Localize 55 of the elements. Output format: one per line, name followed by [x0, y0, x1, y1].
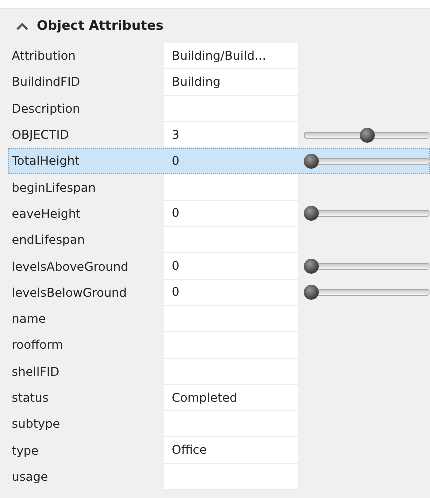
attribute-name: Attribution	[11, 48, 77, 66]
attribute-row[interactable]: Attribution Building/Build...	[8, 43, 430, 70]
attribute-row[interactable]: OBJECTID 3	[8, 122, 430, 148]
attribute-row[interactable]: Description	[8, 96, 430, 122]
attribute-row[interactable]: levelsAboveGround 0	[8, 253, 430, 280]
slider[interactable]	[304, 206, 430, 222]
attribute-row[interactable]: beginLifespan	[8, 174, 430, 201]
attribute-name: shellFID	[11, 364, 61, 381]
attribute-row[interactable]: status Completed	[8, 384, 430, 412]
attribute-name: TotalHeight	[11, 153, 81, 170]
attribute-name: roofform	[11, 337, 64, 354]
attribute-name: type	[11, 442, 40, 460]
slider[interactable]	[304, 128, 430, 143]
attribute-value-field[interactable]: 0	[164, 280, 298, 306]
attribute-row[interactable]: shellFID	[8, 358, 430, 385]
section-title: Object Attributes	[37, 18, 164, 34]
attribute-name: endLifespan	[11, 232, 86, 250]
attribute-name: name	[11, 311, 48, 328]
slider[interactable]	[304, 259, 430, 274]
attribute-row[interactable]: eaveHeight 0	[8, 200, 430, 228]
attribute-name: eaveHeight	[11, 206, 82, 223]
attribute-name: OBJECTID	[11, 127, 70, 144]
attribute-value-field[interactable]: Building/Build...	[164, 43, 298, 70]
attribute-row[interactable]: TotalHeight 0	[8, 148, 430, 174]
attribute-row[interactable]: endLifespan	[8, 227, 430, 254]
slider-thumb[interactable]	[304, 285, 319, 300]
slider-thumb[interactable]	[304, 154, 319, 169]
attribute-value-field[interactable]: Office	[164, 437, 298, 464]
slider[interactable]	[304, 154, 430, 169]
attribute-name: BuildindFID	[11, 74, 82, 92]
slider-thumb[interactable]	[304, 259, 319, 274]
collapse-icon[interactable]	[16, 22, 29, 30]
attribute-value-field[interactable]: 0	[164, 200, 298, 228]
attribute-value-field[interactable]: 3	[164, 122, 298, 148]
attribute-row[interactable]: usage	[8, 464, 430, 490]
attribute-name: levelsBelowGround	[11, 284, 128, 302]
attribute-value-field[interactable]: Building	[164, 69, 298, 96]
attribute-row[interactable]: BuildindFID Building	[8, 69, 430, 96]
attribute-name: usage	[11, 468, 50, 486]
attribute-value-field[interactable]: Completed	[164, 384, 298, 412]
attribute-name: beginLifespan	[11, 180, 98, 197]
attribute-row[interactable]: subtype	[8, 411, 430, 438]
attribute-row[interactable]: levelsBelowGround 0	[8, 280, 430, 306]
attribute-name: levelsAboveGround	[11, 258, 130, 276]
attribute-row[interactable]: type Office	[8, 437, 430, 464]
slider[interactable]	[304, 285, 430, 300]
attribute-name: subtype	[11, 416, 62, 434]
attribute-name: Description	[11, 100, 82, 118]
attribute-row[interactable]: roofform	[8, 332, 430, 359]
attribute-value-field[interactable]: 0	[164, 253, 298, 280]
slider-thumb[interactable]	[304, 206, 319, 222]
attribute-name: status	[11, 390, 50, 407]
slider-thumb[interactable]	[360, 128, 374, 143]
attribute-value-field[interactable]	[164, 174, 298, 201]
attribute-row[interactable]: name	[8, 306, 430, 332]
